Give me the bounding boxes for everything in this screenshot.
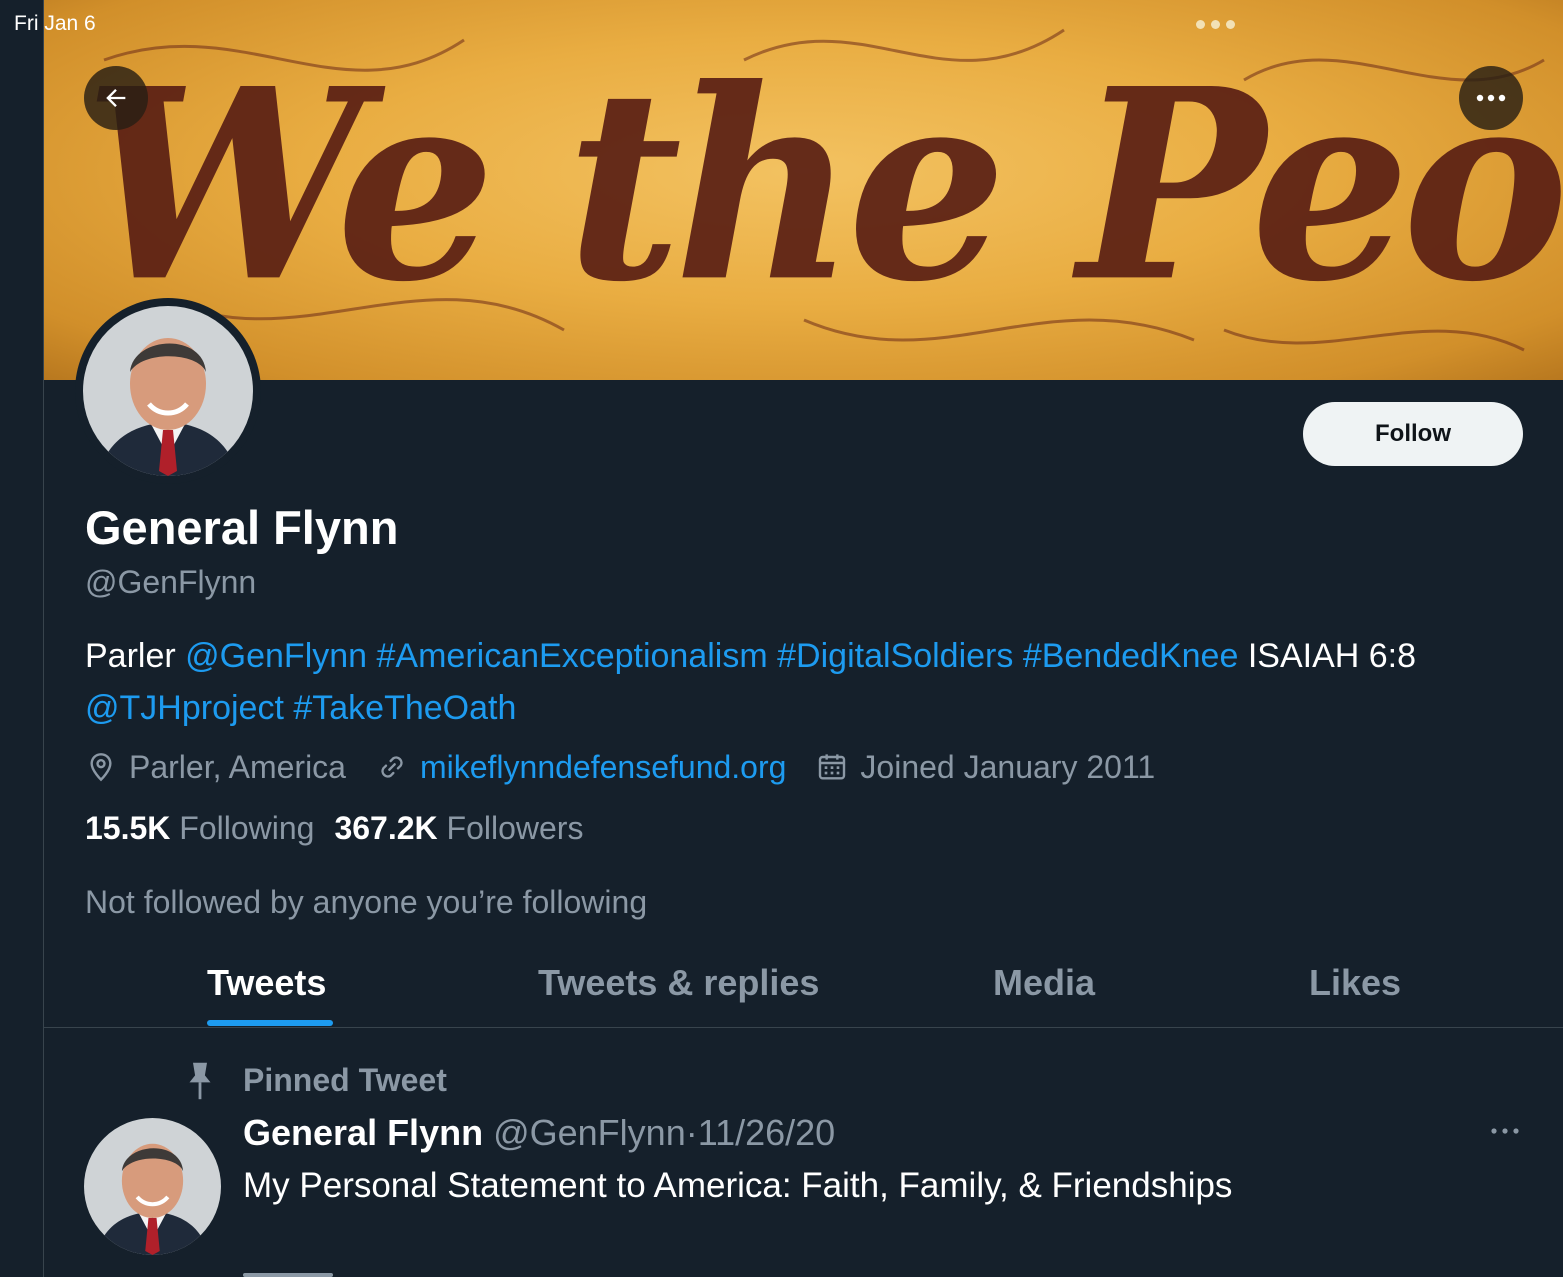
profile-website[interactable]: mikeflynndefensefund.org (376, 749, 786, 786)
followers-label: Followers (446, 810, 584, 846)
mutual-followers-note: Not followed by anyone you’re following (85, 884, 648, 920)
calendar-icon (819, 754, 846, 780)
more-options-button[interactable] (1459, 66, 1523, 130)
tweet-avatar[interactable] (84, 1118, 221, 1255)
link-icon (381, 756, 403, 778)
following-stat[interactable]: 15.5K Following (85, 810, 314, 847)
active-tab-indicator (207, 1020, 333, 1026)
tweet-next-line-cutoff (243, 1262, 363, 1277)
tab-likes[interactable]: Likes (1309, 962, 1401, 1004)
arrow-left-icon (106, 89, 126, 107)
tab-tweets-replies[interactable]: Tweets & replies (538, 962, 819, 1004)
pinned-tweet-label: Pinned Tweet (243, 1062, 447, 1098)
followers-count: 367.2K (334, 810, 438, 846)
tweet-text: My Personal Statement to America: Faith,… (243, 1166, 1233, 1205)
bio-mention-genflynn[interactable]: @GenFlynn (185, 637, 367, 675)
website-link[interactable]: mikeflynndefensefund.org (420, 749, 786, 786)
multitasking-dots-icon[interactable] (1196, 20, 1235, 29)
bio-text: Parler (85, 637, 186, 675)
profile-bio: Parler @GenFlynn #AmericanExceptionalism… (85, 630, 1515, 734)
profile-display-name: General Flynn (85, 501, 399, 554)
profile-location: Parler, America (85, 749, 346, 786)
profile-avatar[interactable] (75, 298, 261, 484)
followers-stat[interactable]: 367.2K Followers (334, 810, 583, 847)
left-rail (0, 0, 44, 1277)
tweet-author-handle[interactable]: @GenFlynn (493, 1112, 686, 1153)
profile-tabs: Tweets Tweets & replies Media Likes (44, 940, 1563, 1028)
banner-script-text: We the People (84, 30, 1563, 340)
tweet-author-name[interactable]: General Flynn (243, 1112, 483, 1153)
bio-verse: ISAIAH 6:8 (1247, 637, 1417, 675)
bio-mention-tjhproject[interactable]: @TJHproject (85, 689, 284, 727)
avatar-portrait-icon (83, 306, 253, 476)
tab-tweets[interactable]: Tweets (207, 962, 326, 1004)
ellipsis-icon (1476, 94, 1506, 102)
profile-banner[interactable]: We the People (44, 0, 1563, 380)
bio-hashtag-bendedknee[interactable]: #BendedKnee (1023, 637, 1239, 675)
tab-media[interactable]: Media (993, 962, 1095, 1004)
profile-joined: Joined January 2011 (816, 749, 1155, 786)
profile-stats: 15.5K Following 367.2K Followers (85, 810, 603, 847)
tweet-more-icon[interactable] (1490, 1126, 1520, 1136)
profile-meta: Parler, America mikeflynndefensefund.org… (85, 744, 1185, 790)
following-label: Following (179, 810, 315, 846)
tweet-date[interactable]: 11/26/20 (698, 1112, 835, 1153)
bio-hashtag-taketheoath[interactable]: #TakeTheOath (293, 689, 516, 727)
pin-icon (189, 1062, 211, 1100)
following-count: 15.5K (85, 810, 171, 846)
location-pin-icon (90, 753, 112, 782)
status-date: Fri Jan 6 (14, 12, 96, 35)
joined-text: Joined January 2011 (860, 748, 1156, 785)
tweet-header: General Flynn @GenFlynn·11/26/20 (243, 1112, 835, 1154)
bio-hashtag-americanexceptionalism[interactable]: #AmericanExceptionalism (377, 637, 768, 675)
bio-hashtag-digitalsoldiers[interactable]: #DigitalSoldiers (777, 637, 1013, 675)
tweet-separator: · (685, 1112, 698, 1153)
follow-button[interactable]: Follow (1303, 402, 1523, 466)
back-button[interactable] (84, 66, 148, 130)
profile-handle: @GenFlynn (85, 564, 257, 600)
avatar-portrait-icon (84, 1118, 221, 1255)
location-text: Parler, America (129, 748, 346, 785)
